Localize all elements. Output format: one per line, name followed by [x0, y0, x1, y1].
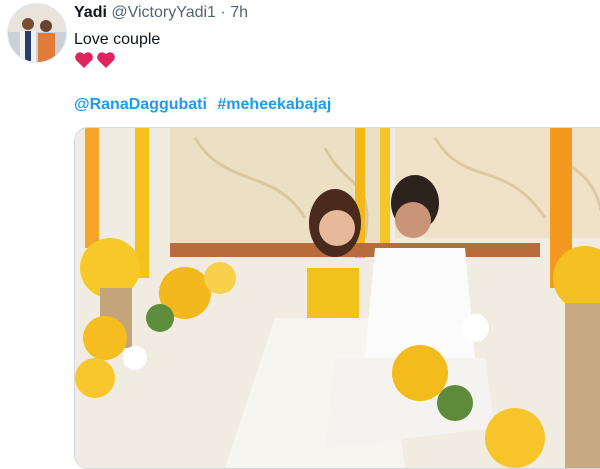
avatar[interactable]: [7, 3, 67, 63]
author-name[interactable]: Yadi: [74, 4, 107, 21]
tweet-time[interactable]: 7h: [230, 4, 248, 21]
emoji-row: [74, 51, 116, 69]
tweet-text: Love couple: [74, 31, 161, 48]
tweet-photo[interactable]: [74, 127, 600, 469]
tweet-card[interactable]: Yadi @VictoryYadi1 · 7h Love couple @Ran…: [0, 0, 600, 469]
wedding-photo-image: [75, 128, 600, 468]
mention-link[interactable]: @RanaDaggubati: [74, 96, 207, 113]
hashtag-link[interactable]: #meheekabajaj: [217, 96, 331, 113]
separator-dot: ·: [220, 4, 226, 21]
author-handle[interactable]: @VictoryYadi1: [111, 4, 216, 21]
tweet-tags: @RanaDaggubati #meheekabajaj: [74, 95, 337, 115]
tweet-header: Yadi @VictoryYadi1 · 7h: [74, 3, 248, 23]
red-heart-icon: [97, 52, 115, 68]
red-heart-icon: [75, 52, 93, 68]
